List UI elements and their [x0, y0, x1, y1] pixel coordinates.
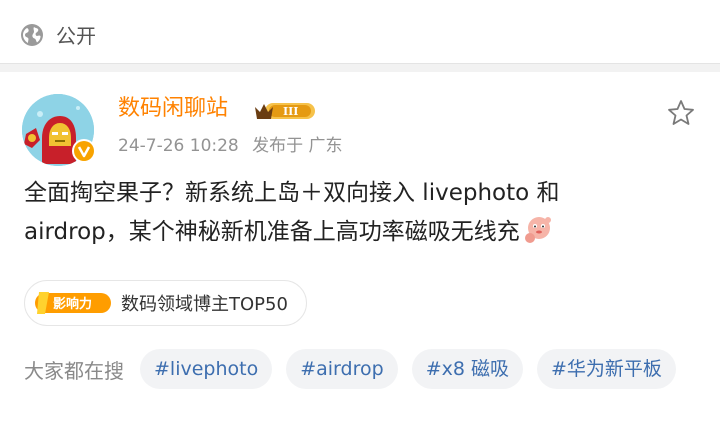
thinking-emoji-icon: [524, 217, 551, 243]
influence-logo-text: 影响力: [53, 296, 92, 312]
tag-airdrop[interactable]: #airdrop: [286, 349, 398, 389]
verified-icon: [74, 141, 94, 161]
visibility-bar: 公开: [0, 0, 720, 64]
star-icon[interactable]: [666, 98, 696, 128]
tag-livephoto[interactable]: #livephoto: [140, 349, 273, 389]
tag-huawei-tablet[interactable]: #华为新平板: [536, 349, 676, 389]
search-prefix: 大家都在搜: [24, 358, 124, 383]
visibility-label: 公开: [56, 24, 96, 48]
post-meta: 24-7-26 10:28 发布于 广东: [118, 134, 351, 158]
tag-x8-magnetic[interactable]: #x8 磁吸: [411, 349, 523, 389]
trending-search-row: 大家都在搜 #livephoto #airdrop #x8 磁吸 #华为新平板: [24, 348, 690, 390]
author-name[interactable]: 数码闲聊站: [118, 94, 228, 124]
crown-level-icon: III: [255, 103, 315, 119]
post-card: 数码闲聊站 III 24-7-26 10:28 发布于 广东 全面掏空果子？新系…: [0, 72, 720, 423]
globe-icon: [21, 24, 43, 46]
post-text-line2: airdrop，某个神秘新机准备上高功率磁吸无线充: [24, 219, 520, 245]
influence-logo-icon: 影响力: [35, 292, 111, 314]
post-location: 发布于 广东: [252, 136, 343, 156]
level-badge-text: III: [283, 105, 298, 118]
verified-badge: [72, 139, 96, 163]
influence-label: 数码领域博主TOP50: [121, 294, 288, 315]
post-text: 全面掏空果子？新系统上岛＋双向接入 livephoto 和 airdrop，某个…: [24, 174, 674, 252]
post-timestamp: 24-7-26 10:28: [118, 136, 239, 156]
post-text-line1: 全面掏空果子？新系统上岛＋双向接入 livephoto 和: [24, 180, 560, 206]
influence-chip[interactable]: 影响力 数码领域博主TOP50: [24, 280, 307, 326]
